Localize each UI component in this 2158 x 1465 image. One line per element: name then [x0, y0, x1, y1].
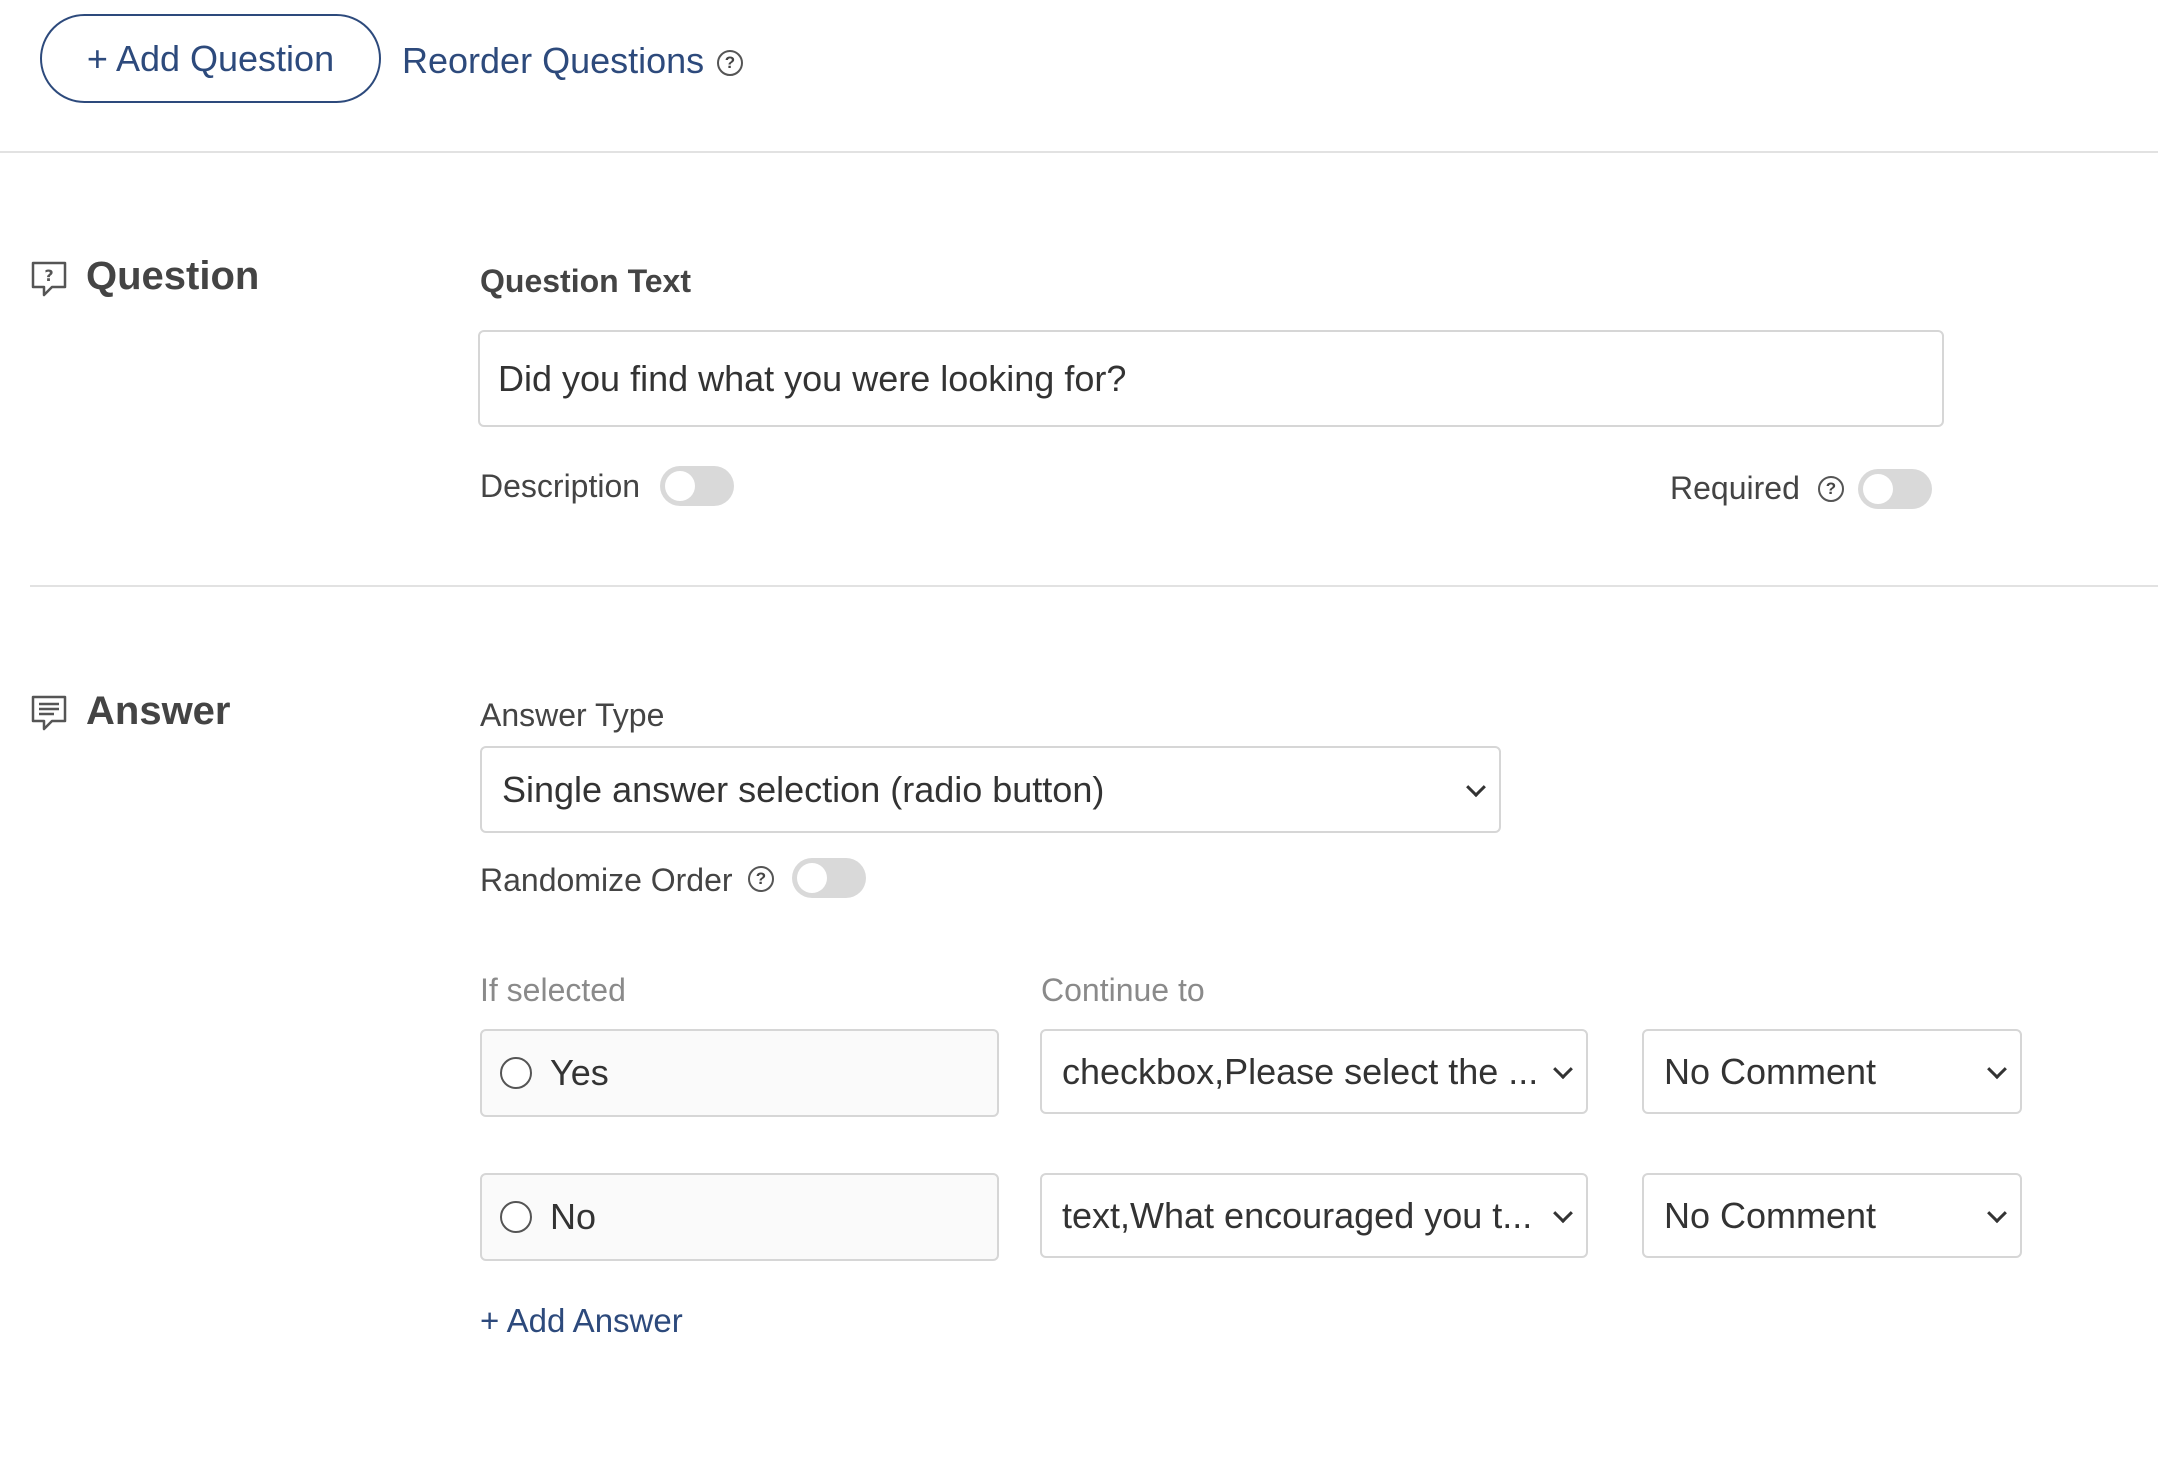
comment-lines-icon: [31, 695, 67, 731]
chevron-down-icon: [1987, 1202, 2007, 1223]
toggle-knob: [797, 863, 827, 893]
randomize-order-toggle[interactable]: [792, 858, 866, 898]
answer-option-label: No: [550, 1196, 597, 1237]
top-divider: [0, 151, 2158, 153]
continue-to-value: text,What encouraged you t...: [1062, 1194, 1533, 1236]
comment-select[interactable]: No Comment: [1642, 1029, 2022, 1114]
answer-option-label: Yes: [550, 1052, 609, 1093]
required-label: Required: [1670, 470, 1800, 506]
comment-value: No Comment: [1664, 1194, 1877, 1236]
answer-option-yes[interactable]: Yes: [480, 1029, 999, 1117]
answer-option-no[interactable]: No: [480, 1173, 999, 1261]
add-answer-link[interactable]: + Add Answer: [480, 1302, 683, 1340]
if-selected-header: If selected: [480, 972, 626, 1008]
answer-type-value: Single answer selection (radio button): [502, 768, 1105, 810]
question-text-label: Question Text: [480, 263, 691, 299]
continue-to-select[interactable]: text,What encouraged you t...: [1040, 1173, 1588, 1258]
randomize-help-icon[interactable]: ?: [748, 866, 774, 892]
toggle-knob: [1863, 474, 1893, 504]
help-icon[interactable]: ?: [717, 50, 743, 76]
description-label: Description: [480, 468, 641, 504]
chevron-down-icon: [1553, 1202, 1573, 1223]
comment-select[interactable]: No Comment: [1642, 1173, 2022, 1258]
chevron-down-icon: [1553, 1058, 1573, 1079]
answer-section-title: Answer: [86, 689, 231, 733]
radio-icon[interactable]: [500, 1057, 532, 1089]
required-help-icon[interactable]: ?: [1818, 476, 1844, 502]
add-question-button[interactable]: + Add Question: [40, 14, 381, 103]
chevron-down-icon: [1466, 776, 1486, 797]
reorder-questions-link[interactable]: Reorder Questions: [402, 40, 704, 82]
toggle-knob: [665, 471, 695, 501]
continue-to-header: Continue to: [1041, 972, 1205, 1008]
answer-type-select[interactable]: Single answer selection (radio button): [480, 746, 1501, 833]
radio-icon[interactable]: [500, 1201, 532, 1233]
randomize-order-label: Randomize Order: [480, 862, 733, 898]
description-toggle[interactable]: [660, 466, 734, 506]
section-divider: [30, 585, 2158, 587]
continue-to-select[interactable]: checkbox,Please select the ...: [1040, 1029, 1588, 1114]
question-bubble-icon: ?: [31, 261, 67, 297]
required-toggle[interactable]: [1858, 469, 1932, 509]
answer-type-label: Answer Type: [480, 697, 665, 733]
question-section-title: Question: [86, 254, 260, 298]
comment-value: No Comment: [1664, 1050, 1877, 1092]
chevron-down-icon: [1987, 1058, 2007, 1079]
question-text-input[interactable]: Did you find what you were looking for?: [478, 330, 1944, 427]
svg-text:?: ?: [44, 266, 53, 285]
continue-to-value: checkbox,Please select the ...: [1062, 1050, 1539, 1092]
